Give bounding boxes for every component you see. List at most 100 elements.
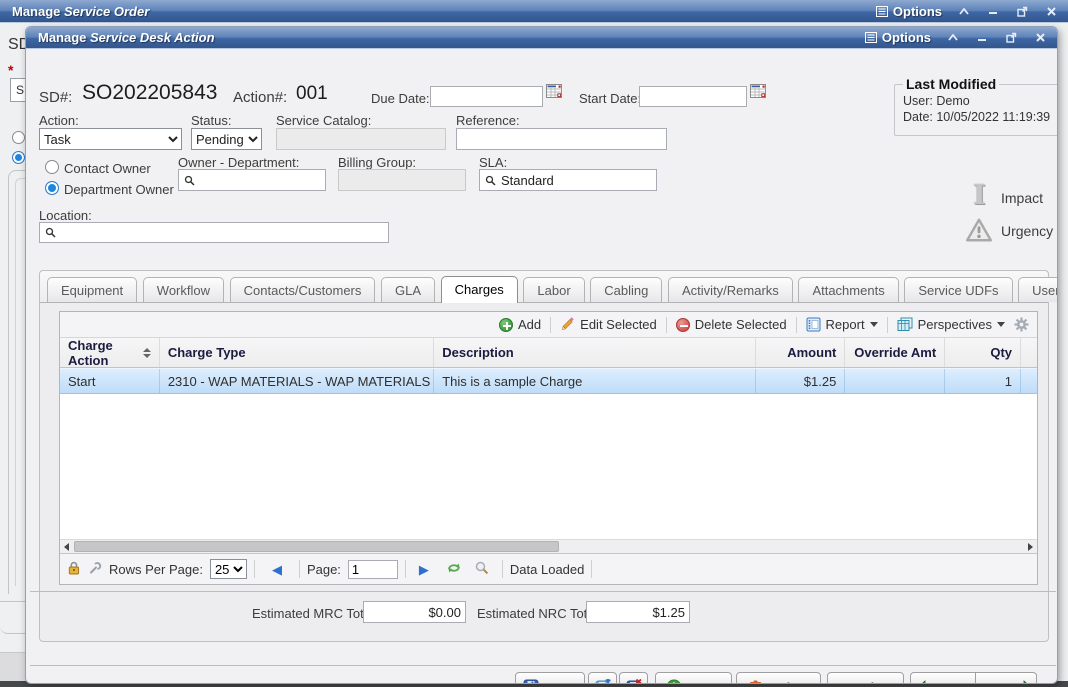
action-label: Action: bbox=[39, 113, 79, 128]
department-owner-label[interactable]: Department Owner bbox=[64, 182, 174, 197]
last-modified-user: User: Demo bbox=[903, 93, 1052, 109]
tab-activity-remarks[interactable]: Activity/Remarks bbox=[668, 277, 793, 302]
column-header-amount[interactable]: Amount bbox=[756, 338, 846, 367]
page-label: Page: bbox=[307, 562, 341, 577]
column-header-qty[interactable]: Qty bbox=[945, 338, 1021, 367]
action-tab-panel: Equipment Workflow Contacts/Customers GL… bbox=[39, 270, 1049, 642]
popout-icon[interactable] bbox=[1015, 5, 1029, 17]
sla-label: SLA: bbox=[479, 155, 507, 170]
search-icon bbox=[45, 227, 56, 238]
popout-icon[interactable] bbox=[1004, 32, 1018, 44]
sort-icon[interactable] bbox=[143, 348, 151, 358]
background-line bbox=[0, 601, 25, 602]
edit-selected-button[interactable]: Edit Selected bbox=[560, 317, 657, 332]
minimize-icon[interactable] bbox=[975, 32, 989, 44]
estimated-nrc-input bbox=[586, 601, 690, 623]
contact-owner-radio[interactable] bbox=[45, 160, 59, 174]
due-date-calendar-icon[interactable] bbox=[546, 83, 563, 102]
perspectives-button[interactable]: Perspectives bbox=[897, 317, 1005, 332]
close-icon[interactable] bbox=[1044, 5, 1058, 17]
action-number-label: Action#: bbox=[233, 89, 287, 106]
prev-page-icon[interactable]: ◀ bbox=[272, 563, 282, 576]
start-date-input[interactable] bbox=[639, 86, 747, 107]
report-icon bbox=[806, 317, 821, 332]
reference-input[interactable] bbox=[456, 128, 667, 150]
cell-description: This is a sample Charge bbox=[434, 369, 755, 393]
lock-icon[interactable] bbox=[67, 561, 81, 578]
search-icon[interactable] bbox=[475, 561, 489, 578]
cell-qty: 1 bbox=[945, 369, 1021, 393]
department-owner-radio[interactable] bbox=[45, 181, 59, 195]
gear-icon bbox=[1014, 317, 1029, 332]
wrench-icon[interactable] bbox=[88, 561, 102, 578]
totals-separator bbox=[30, 591, 1056, 592]
column-header-charge-action[interactable]: Charge Action bbox=[60, 338, 160, 367]
last-modified-date: Date: 10/05/2022 11:19:39 bbox=[903, 109, 1052, 125]
tab-labor[interactable]: Labor bbox=[523, 277, 584, 302]
service-desk-action-dialog: Manage Service Desk Action Options SD#: … bbox=[25, 26, 1058, 684]
background-footer-strip bbox=[0, 652, 25, 681]
grid-settings-button[interactable] bbox=[1014, 317, 1029, 332]
rows-per-page-label: Rows Per Page: bbox=[109, 562, 203, 577]
delete-button[interactable]: Delete bbox=[736, 672, 821, 684]
arrow-right-icon bbox=[1016, 680, 1032, 684]
owner-department-input[interactable] bbox=[178, 169, 326, 191]
close-icon[interactable] bbox=[1033, 32, 1047, 44]
copy-icon bbox=[666, 679, 682, 684]
start-date-label: Start Date: bbox=[579, 91, 641, 106]
scrollbar-thumb[interactable] bbox=[74, 541, 559, 552]
page-input[interactable] bbox=[348, 560, 398, 579]
minimize-icon[interactable] bbox=[986, 5, 1000, 17]
horizontal-scrollbar[interactable] bbox=[60, 539, 1037, 553]
last-modified-panel: Last Modified User: Demo Date: 10/05/202… bbox=[894, 76, 1058, 136]
urgency-icon[interactable] bbox=[965, 217, 993, 246]
tab-service-udfs[interactable]: Service UDFs bbox=[904, 277, 1012, 302]
tab-gla[interactable]: GLA bbox=[381, 277, 435, 302]
add-button[interactable]: Add bbox=[499, 317, 541, 332]
status-select[interactable]: Pending bbox=[191, 128, 262, 150]
dialog-options-button[interactable]: Options bbox=[865, 30, 931, 45]
action-select[interactable]: Task bbox=[39, 128, 182, 150]
sla-input[interactable]: Standard bbox=[479, 169, 657, 191]
impact-icon[interactable]: I bbox=[973, 183, 986, 209]
prev-button[interactable]: Prev bbox=[910, 672, 976, 684]
sla-value: Standard bbox=[501, 173, 554, 188]
collapse-icon[interactable] bbox=[957, 5, 971, 17]
copy-button[interactable]: Copy bbox=[655, 672, 732, 684]
urgency-label: Urgency bbox=[1001, 223, 1053, 239]
due-date-input[interactable] bbox=[430, 86, 543, 107]
tab-attachments[interactable]: Attachments bbox=[798, 277, 898, 302]
scroll-left-icon[interactable] bbox=[64, 543, 69, 551]
start-date-calendar-icon[interactable] bbox=[750, 83, 767, 102]
refresh-icon[interactable] bbox=[446, 561, 462, 578]
tab-user-defined-fields[interactable]: User Defined Fields bbox=[1018, 277, 1058, 302]
table-row-selected[interactable]: Start 2310 - WAP MATERIALS - WAP MATERIA… bbox=[60, 368, 1037, 394]
next-button[interactable]: Next bbox=[976, 672, 1037, 684]
tab-contacts-customers[interactable]: Contacts/Customers bbox=[230, 277, 376, 302]
next-page-icon[interactable]: ▶ bbox=[419, 563, 429, 576]
tab-cabling[interactable]: Cabling bbox=[590, 277, 662, 302]
tab-equipment[interactable]: Equipment bbox=[47, 277, 137, 302]
owner-department-label: Owner - Department: bbox=[178, 155, 299, 170]
column-header-override-amt[interactable]: Override Amt bbox=[845, 338, 945, 367]
chevron-down-icon bbox=[997, 322, 1005, 327]
location-label: Location: bbox=[39, 208, 92, 223]
save-button[interactable]: Save bbox=[515, 672, 585, 684]
collapse-icon[interactable] bbox=[946, 32, 960, 44]
rows-per-page-select[interactable]: 25 bbox=[210, 559, 247, 579]
save-close-icon bbox=[626, 679, 642, 684]
column-header-charge-type[interactable]: Charge Type bbox=[160, 338, 434, 367]
outer-options-button[interactable]: Options bbox=[876, 4, 942, 19]
estimated-mrc-input bbox=[363, 601, 466, 623]
save-close-button[interactable] bbox=[619, 672, 648, 684]
tab-charges[interactable]: Charges bbox=[441, 276, 518, 303]
save-new-button[interactable] bbox=[588, 672, 617, 684]
column-header-description[interactable]: Description bbox=[434, 338, 755, 367]
report-button[interactable]: Report bbox=[806, 317, 878, 332]
location-input[interactable] bbox=[39, 222, 389, 243]
contact-owner-label[interactable]: Contact Owner bbox=[64, 161, 151, 176]
scroll-right-icon[interactable] bbox=[1028, 543, 1033, 551]
tab-workflow[interactable]: Workflow bbox=[143, 277, 224, 302]
clear-button[interactable]: Clear bbox=[827, 672, 904, 684]
delete-selected-button[interactable]: Delete Selected bbox=[676, 317, 787, 332]
